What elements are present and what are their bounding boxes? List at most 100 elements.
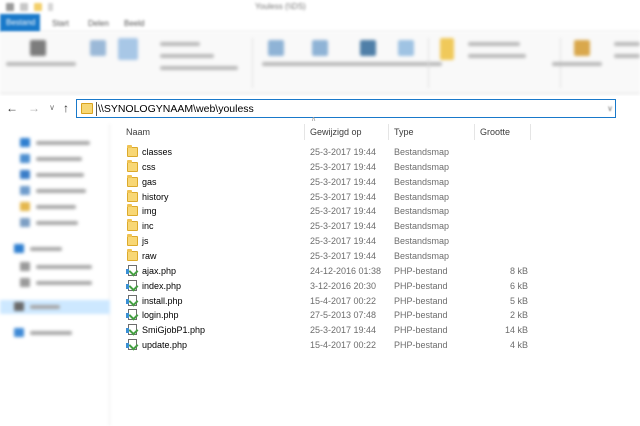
file-size: 2 kB bbox=[509, 310, 528, 321]
file-modified: 25-3-2017 19:44 bbox=[310, 325, 377, 336]
file-row[interactable]: ajax.php 24-12-2016 01:38 PHP-bestand 8 kB bbox=[118, 264, 530, 279]
address-path[interactable]: \\SYNOLOGYNAAM\web\youless bbox=[96, 102, 254, 116]
file-row[interactable]: SmiGjobP1.php 25-3-2017 19:44 PHP-bestand 1… bbox=[118, 323, 530, 338]
file-name: classes bbox=[142, 147, 173, 157]
file-modified: 15-4-2017 00:22 bbox=[310, 295, 377, 306]
column-header-name[interactable]: Naam bbox=[126, 124, 150, 140]
file-modified: 25-3-2017 19:44 bbox=[310, 161, 377, 172]
file-size: 6 kB bbox=[509, 280, 528, 291]
column-header-size[interactable]: Grootte bbox=[480, 124, 510, 140]
file-row[interactable]: install.php 15-4-2017 00:22 PHP-bestand 5 k… bbox=[118, 294, 530, 309]
arrow-right-icon[interactable]: → bbox=[26, 100, 42, 116]
php-file-icon bbox=[126, 324, 137, 336]
file-size bbox=[480, 234, 528, 249]
arrow-up-icon[interactable]: ↑ bbox=[58, 100, 74, 116]
file-size: 14 kB bbox=[504, 325, 528, 336]
folder-icon bbox=[127, 219, 138, 232]
file-name: raw bbox=[142, 250, 157, 261]
tab-home[interactable]: Start bbox=[46, 17, 75, 30]
file-type: Bestandsmap bbox=[394, 221, 450, 232]
file-size: 8 kB bbox=[509, 265, 528, 276]
new-folder-ribbon-icon[interactable] bbox=[440, 38, 454, 60]
file-name: index.php bbox=[142, 280, 182, 291]
file-row[interactable]: update.php 15-4-2017 00:22 PHP-bestand 4 kB bbox=[118, 338, 530, 353]
file-modified: 27-5-2013 07:48 bbox=[310, 310, 377, 321]
folder-icon bbox=[127, 174, 138, 187]
file-type: Bestandsmap bbox=[394, 250, 450, 261]
file-row[interactable]: login.php 27-5-2013 07:48 PHP-bestand 2 kB bbox=[118, 308, 530, 323]
folder-icon bbox=[127, 145, 138, 157]
file-size bbox=[480, 175, 528, 190]
folder-icon bbox=[127, 248, 138, 261]
file-type: PHP-bestand bbox=[394, 295, 448, 306]
navigation-bar: ← → ∨ ↑ \\SYNOLOGYNAAM\web\youless ∨ bbox=[0, 96, 640, 122]
paste-icon[interactable] bbox=[118, 38, 138, 60]
file-modified: 25-3-2017 19:44 bbox=[310, 176, 377, 187]
column-divider[interactable] bbox=[388, 124, 389, 140]
tab-file[interactable]: Bestand bbox=[0, 14, 40, 32]
file-name: SmiGjobP1.php bbox=[142, 325, 206, 336]
address-dropdown-icon[interactable]: ∨ bbox=[607, 104, 613, 113]
properties-icon[interactable] bbox=[20, 3, 28, 11]
php-file-icon bbox=[126, 279, 137, 291]
php-file-icon bbox=[126, 264, 137, 276]
folder-row[interactable]: history 25-3-2017 19:44 Bestandsmap bbox=[118, 189, 530, 205]
file-name: ajax.php bbox=[142, 265, 177, 276]
file-type: PHP-bestand bbox=[394, 340, 448, 350]
folder-row[interactable]: gas 25-3-2017 19:44 Bestandsmap bbox=[118, 174, 530, 190]
file-type: PHP-bestand bbox=[394, 280, 448, 291]
file-name: js bbox=[142, 236, 149, 247]
file-modified: 25-3-2017 19:44 bbox=[310, 206, 377, 217]
navigation-pane bbox=[0, 124, 110, 426]
copy-icon[interactable] bbox=[90, 40, 106, 56]
folder-row[interactable]: img 25-3-2017 19:44 Bestandsmap bbox=[118, 204, 530, 219]
folder-icon bbox=[127, 189, 138, 202]
scrollbar[interactable] bbox=[632, 124, 640, 426]
column-divider[interactable] bbox=[474, 124, 475, 140]
folder-icon bbox=[127, 234, 138, 247]
folder-row[interactable]: css 25-3-2017 19:44 Bestandsmap bbox=[118, 159, 530, 175]
column-header-type[interactable]: Type bbox=[394, 124, 414, 140]
folder-icon bbox=[81, 103, 93, 114]
ribbon-tabs: Bestand Start Delen Beeld bbox=[0, 14, 640, 32]
properties-ribbon-icon[interactable] bbox=[574, 40, 590, 56]
file-name: install.php bbox=[142, 295, 183, 306]
collapse-ribbon-icon[interactable]: ∧ bbox=[311, 115, 316, 123]
file-type: Bestandsmap bbox=[394, 176, 450, 187]
folder-row[interactable]: raw 25-3-2017 19:44 Bestandsmap bbox=[118, 248, 530, 264]
move-to-icon[interactable] bbox=[268, 40, 284, 56]
file-size bbox=[480, 219, 528, 234]
php-file-icon bbox=[126, 309, 137, 321]
tab-share[interactable]: Delen bbox=[82, 17, 115, 30]
new-folder-icon[interactable] bbox=[34, 3, 42, 11]
window-title: Youless (\\DS) bbox=[255, 2, 306, 11]
folder-row[interactable]: inc 25-3-2017 19:44 Bestandsmap bbox=[118, 219, 530, 234]
file-row[interactable]: index.php 3-12-2016 20:30 PHP-bestand 6 kB bbox=[118, 279, 530, 294]
rename-icon[interactable] bbox=[398, 40, 414, 56]
column-header-modified[interactable]: Gewijzigd op bbox=[310, 124, 362, 140]
ribbon bbox=[0, 32, 640, 94]
arrow-left-icon[interactable]: ← bbox=[4, 100, 20, 116]
column-divider[interactable] bbox=[530, 124, 531, 140]
copy-to-icon[interactable] bbox=[312, 40, 328, 56]
file-type: PHP-bestand bbox=[394, 310, 448, 321]
file-modified: 25-3-2017 19:44 bbox=[310, 221, 377, 232]
pin-icon[interactable] bbox=[30, 40, 46, 56]
quick-access-dropdown-icon[interactable] bbox=[48, 3, 53, 11]
folder-icon bbox=[127, 204, 138, 217]
file-type: PHP-bestand bbox=[394, 265, 448, 276]
file-type: PHP-bestand bbox=[394, 325, 448, 336]
address-bar[interactable]: \\SYNOLOGYNAAM\web\youless ∨ bbox=[76, 99, 616, 118]
delete-icon[interactable] bbox=[360, 40, 376, 56]
file-size bbox=[480, 190, 528, 205]
file-name: history bbox=[142, 191, 169, 202]
column-divider[interactable] bbox=[304, 124, 305, 140]
file-name: gas bbox=[142, 176, 157, 187]
tab-view[interactable]: Beeld bbox=[118, 17, 150, 30]
file-modified: 25-3-2017 19:44 bbox=[310, 236, 377, 247]
folder-row[interactable]: classes 25-3-2017 19:44 Bestandsmap bbox=[118, 145, 530, 160]
file-size bbox=[480, 204, 528, 219]
folder-row[interactable]: js 25-3-2017 19:44 Bestandsmap bbox=[118, 234, 530, 249]
folder-icon bbox=[127, 159, 138, 172]
file-name: update.php bbox=[142, 340, 188, 350]
